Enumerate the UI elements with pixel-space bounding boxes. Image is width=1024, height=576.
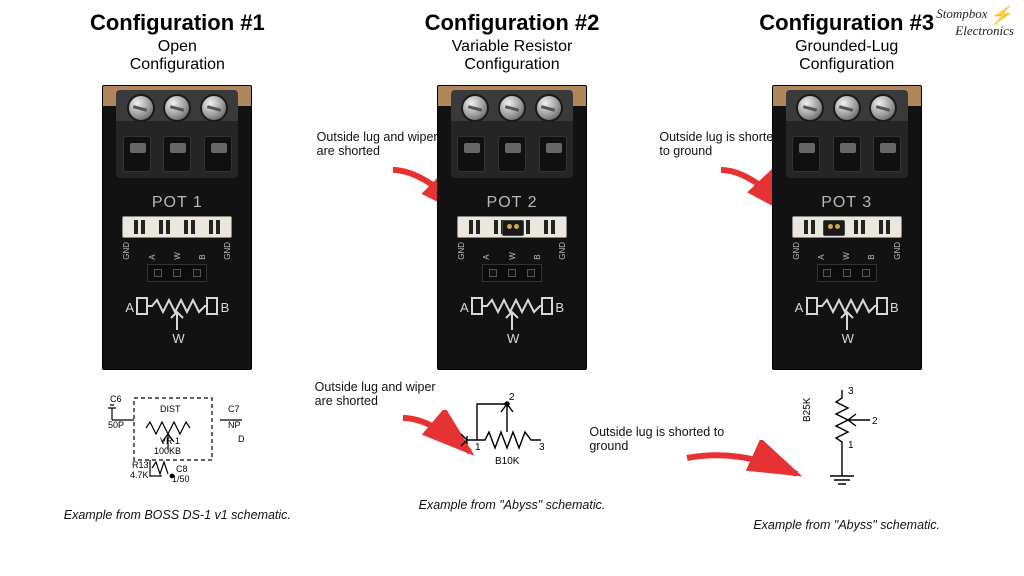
pcb-photo: POT 3 GNDAWBGND: [772, 85, 922, 370]
svg-text:100KB: 100KB: [154, 446, 181, 456]
svg-text:D: D: [238, 434, 245, 444]
svg-text:1: 1: [475, 442, 481, 453]
svg-text:B25K: B25K: [802, 397, 813, 422]
svg-text:2: 2: [509, 392, 515, 403]
svg-text:C7: C7: [228, 404, 240, 414]
schematic-caption: Example from "Abyss" schematic.: [419, 498, 606, 512]
svg-text:DIST: DIST: [160, 404, 181, 414]
svg-text:C6: C6: [110, 394, 122, 404]
terminal-block: [786, 90, 908, 178]
pot-schematic-symbol: A B W: [797, 296, 897, 342]
svg-text:3: 3: [848, 386, 854, 397]
svg-text:NP: NP: [228, 420, 241, 430]
annotation-top: Outside lug and wiper are shorted: [317, 130, 457, 159]
svg-text:3: 3: [539, 442, 545, 453]
config-title: Configuration #2: [425, 10, 600, 36]
jumper-cap: [502, 220, 524, 236]
pin-legend: GNDAWBGND: [457, 242, 567, 260]
config-subtitle: OpenConfiguration: [130, 38, 225, 75]
pcb-photo: POT 2 GNDAWBGND: [437, 85, 587, 370]
jumper-strip: [457, 216, 567, 238]
svg-text:R13: R13: [132, 460, 149, 470]
config-1: Configuration #1 OpenConfiguration POT 1…: [20, 10, 335, 532]
terminal-block: [451, 90, 573, 178]
jumper-cap: [823, 220, 845, 236]
pcb-photo: POT 1 GNDAWBGND: [102, 85, 252, 370]
svg-text:B10K: B10K: [495, 456, 520, 467]
jumper-strip: [122, 216, 232, 238]
annotation-top: Outside lug is shorted to ground: [659, 130, 789, 159]
terminal-block: [116, 90, 238, 178]
pot-schematic-symbol: A B W: [462, 296, 562, 342]
example-schematic: 1 2 3 B25K: [689, 380, 1004, 510]
pot-silkscreen-label: POT 3: [821, 194, 872, 212]
jumper-strip: [792, 216, 902, 238]
config-title: Configuration #3: [759, 10, 934, 36]
configurations-row: Configuration #1 OpenConfiguration POT 1…: [0, 0, 1024, 532]
pot-schematic-symbol: A B W: [127, 296, 227, 342]
svg-text:4.7K: 4.7K: [130, 470, 149, 480]
pin-legend: GNDAWBGND: [792, 242, 902, 260]
svg-text:C8: C8: [176, 464, 188, 474]
svg-text:1: 1: [848, 440, 854, 451]
pot-silkscreen-label: POT 2: [487, 194, 538, 212]
example-schematic: DIST VR 1 100KB C6 50P C7 NP R134.7K C81/5…: [20, 380, 335, 500]
svg-text:50P: 50P: [108, 420, 124, 430]
svg-text:VR 1: VR 1: [160, 436, 180, 446]
schematic-caption: Example from "Abyss" schematic.: [753, 518, 940, 532]
pot-silkscreen-label: POT 1: [152, 194, 203, 212]
pin-header: [147, 264, 207, 282]
pin-legend: GNDAWBGND: [122, 242, 232, 260]
pin-header: [482, 264, 542, 282]
svg-text:2: 2: [872, 416, 878, 427]
schematic-caption: Example from BOSS DS-1 v1 schematic.: [64, 508, 291, 522]
config-title: Configuration #1: [90, 10, 265, 36]
config-3: Configuration #3 Grounded-LugConfigurati…: [689, 10, 1004, 532]
pin-header: [817, 264, 877, 282]
svg-text:1/50: 1/50: [172, 474, 190, 484]
config-subtitle: Variable ResistorConfiguration: [452, 38, 573, 75]
config-subtitle: Grounded-LugConfiguration: [795, 38, 898, 75]
